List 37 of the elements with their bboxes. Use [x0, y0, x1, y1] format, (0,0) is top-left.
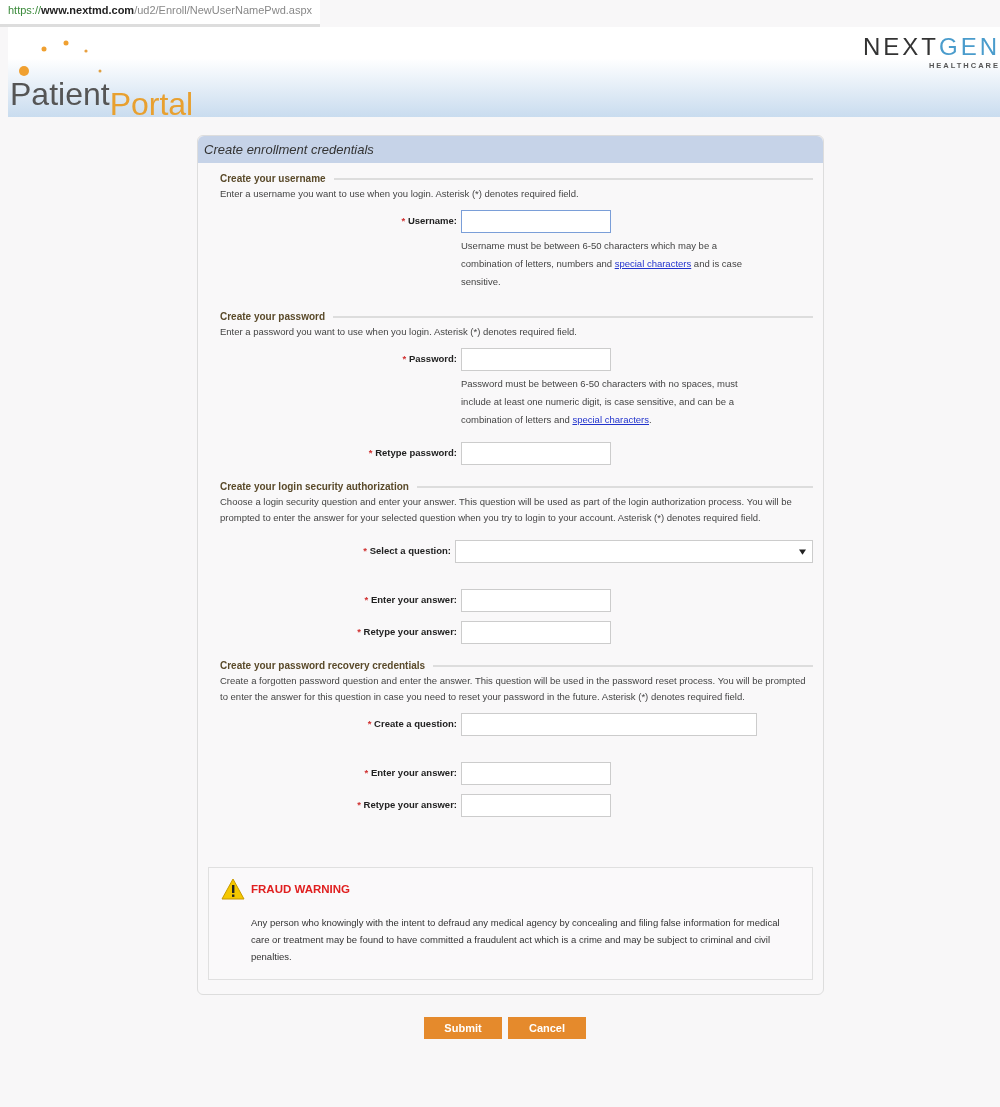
field-label: * Select a question:	[362, 544, 452, 556]
field-hint: Password must be between 6-50 characters with no spaces, must include at least one numeric digit, is case sensitive, and can be a combination of letters and special characters.	[461, 377, 739, 427]
section-description: Choose a login security question and enter your answer. This question will be used as part of the login authorization process. You will be prompted to enter the answer for your selected question when you try to login to your account. Asterisk (*) denotes required field.	[220, 495, 793, 525]
field-label: * Create a question:	[366, 717, 458, 729]
warning-icon	[221, 878, 245, 900]
caret-icon	[799, 549, 806, 555]
warning-title: FRAUD WARNING	[251, 883, 351, 895]
panel-title: Create enrollment credentials	[198, 136, 823, 163]
field-label: * Retype password:	[367, 446, 458, 458]
field-label: * Password:	[401, 352, 458, 364]
input-field[interactable]	[461, 621, 611, 644]
special-characters-link[interactable]: special characters	[572, 414, 649, 425]
section-description: Enter a password you want to use when you login. Asterisk (*) denotes required field.	[220, 325, 578, 339]
input-field[interactable]	[461, 210, 611, 233]
section-description: Enter a username you want to use when you login. Asterisk (*) denotes required field.	[220, 187, 580, 201]
section-heading: Create your login security authorization	[220, 481, 409, 492]
warning-text: Any person who knowingly with the intent to defraud any medical agency by concealing and filing false information for medical care or treatment may be found to have committed a fraudulent act which is a crime and may be subject to criminal and civil penalties.	[251, 916, 781, 964]
section-heading: Create your password recovery credentials	[220, 660, 426, 671]
field-label: * Retype your answer:	[356, 625, 458, 637]
input-field[interactable]	[461, 762, 611, 785]
input-field[interactable]	[461, 713, 757, 736]
input-field[interactable]	[461, 794, 611, 817]
input-field[interactable]	[461, 442, 611, 465]
field-label: * Username:	[400, 214, 458, 226]
input-field[interactable]	[461, 348, 611, 371]
input-field[interactable]	[461, 589, 611, 612]
patient-portal-logo[interactable]: PatientPortal	[10, 76, 194, 113]
address-url[interactable]: https://www.nextmd.com/ud2/Enroll/NewUserNamePwd.aspx	[0, 0, 321, 27]
field-label: * Retype your answer:	[356, 798, 458, 810]
field-hint: Username must be between 6-50 characters which may be a combination of letters, numbers and special characters and is case sensitive.	[461, 239, 743, 289]
special-characters-link[interactable]: special characters	[614, 258, 692, 269]
question-dropdown[interactable]	[455, 540, 813, 563]
section-description: Create a forgotten password question and enter the answer. This question will be used in the password reset process. You will be prompted to enter the answer for this question in case you need to reset your password in the future. Asterisk (*) denotes required field.	[220, 674, 807, 704]
field-label: * Enter your answer:	[363, 593, 458, 605]
field-label: * Enter your answer:	[363, 766, 458, 778]
section-heading: Create your username	[220, 173, 326, 184]
section-heading: Create your password	[220, 311, 326, 322]
